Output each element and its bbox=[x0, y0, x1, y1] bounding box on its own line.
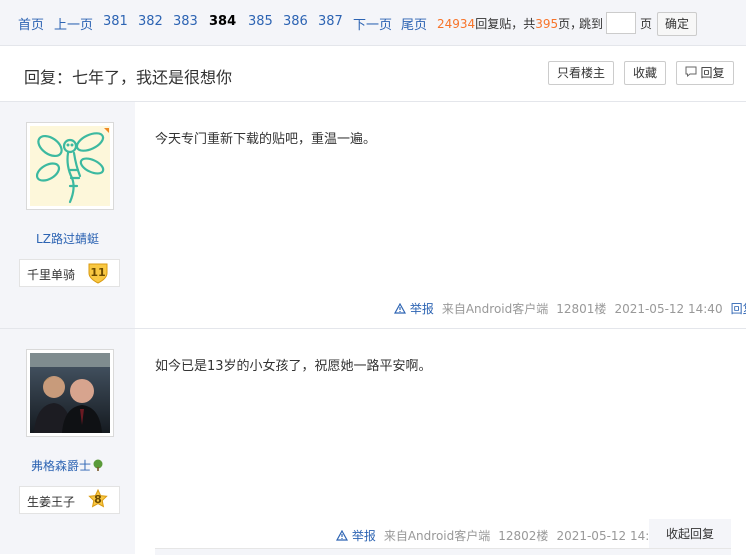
author-name[interactable]: 弗格森爵士 bbox=[0, 457, 135, 474]
badge-title: 生姜王子 bbox=[27, 495, 76, 509]
pager: 首页 上一页 381 382 383 384 385 386 387 下一页 尾… bbox=[0, 0, 746, 46]
pager-last[interactable]: 尾页 bbox=[401, 14, 427, 33]
author-name-link[interactable]: 弗格森爵士 bbox=[31, 459, 91, 473]
photo-avatar-icon bbox=[30, 353, 110, 433]
reply-count: 24934 bbox=[437, 17, 476, 31]
post-footer: 举报 来自Android客户端 12802楼 2021-05-12 14:40 bbox=[335, 527, 665, 544]
thread-title: 回复：七年了，我还是很想你 bbox=[24, 68, 233, 87]
reply-button-label: 回复 bbox=[700, 66, 725, 80]
pager-current-page: 384 bbox=[209, 14, 237, 29]
report-link[interactable]: 举报 bbox=[393, 302, 434, 316]
post-footer: 举报来自Android客户端 12801楼 2021-05-12 14:40 回复 bbox=[393, 300, 746, 317]
reply-label: 回复贴，共 bbox=[475, 17, 536, 31]
pager-summary: 24934回复贴，共395页， bbox=[437, 15, 582, 32]
post-time: 2021-05-12 14:40 bbox=[614, 302, 723, 316]
collapse-replies-button[interactable]: 收起回复 bbox=[649, 519, 731, 549]
pager-page-383[interactable]: 383 bbox=[173, 14, 198, 29]
pager-next[interactable]: 下一页 bbox=[353, 14, 392, 33]
badge-title: 千里单骑 bbox=[27, 268, 76, 282]
pager-first[interactable]: 首页 bbox=[18, 14, 44, 33]
reply-button[interactable]: 回复 bbox=[676, 61, 734, 85]
level-number: 11 bbox=[90, 266, 106, 279]
member-badge[interactable]: 生姜王子 8 bbox=[19, 486, 120, 514]
favorite-button[interactable]: 收藏 bbox=[624, 61, 666, 85]
post-text: 今天专门重新下载的贴吧，重温一遍。 bbox=[155, 132, 377, 147]
post-floor: 12802楼 bbox=[498, 529, 549, 543]
pager-page-385[interactable]: 385 bbox=[248, 14, 273, 29]
warning-icon bbox=[335, 529, 349, 541]
jump-page-input[interactable] bbox=[606, 12, 636, 34]
pager-page-381[interactable]: 381 bbox=[103, 14, 128, 29]
post-12801: LZ路过蜻蜓 千里单骑 11 今天专门重新下载的贴吧，重温一遍。 举报 来自And… bbox=[0, 102, 746, 329]
report-link[interactable]: 举报 bbox=[335, 529, 376, 543]
post-text: 如今已是13岁的小女孩了，祝愿她一路平安啊。 bbox=[155, 359, 432, 374]
confirm-button[interactable]: 确定 bbox=[657, 12, 697, 36]
warning-icon bbox=[393, 302, 407, 314]
level-number: 8 bbox=[94, 493, 102, 506]
author-name-link[interactable]: LZ路过蜻蜓 bbox=[36, 232, 99, 246]
comment-icon bbox=[685, 62, 697, 84]
thread-title-bar: 回复：七年了，我还是很想你 只看楼主 收藏 回复 bbox=[0, 46, 746, 102]
jump-label: 跳到 bbox=[579, 17, 604, 31]
report-label: 举报 bbox=[351, 529, 376, 543]
member-badge[interactable]: 千里单骑 11 bbox=[19, 259, 120, 287]
pager-page-387[interactable]: 387 bbox=[318, 14, 343, 29]
post-floor: 12801楼 bbox=[556, 302, 607, 316]
only-op-button[interactable]: 只看楼主 bbox=[548, 61, 614, 85]
level-shield-icon: 11 bbox=[87, 262, 109, 284]
post-reply-link[interactable]: 回复 bbox=[731, 302, 746, 316]
dragonfly-avatar-icon bbox=[30, 126, 110, 206]
tree-icon bbox=[93, 459, 103, 471]
author-name[interactable]: LZ路过蜻蜓 bbox=[0, 230, 135, 247]
jump-unit: 页 bbox=[640, 17, 653, 31]
post-source: 来自Android客户端 bbox=[383, 529, 491, 543]
author-avatar[interactable] bbox=[26, 122, 114, 210]
level-star-icon: 8 bbox=[87, 488, 109, 511]
post-source: 来自Android客户端 bbox=[441, 302, 549, 316]
page-total: 395 bbox=[535, 17, 559, 31]
pager-page-386[interactable]: 386 bbox=[283, 14, 308, 29]
report-label: 举报 bbox=[409, 302, 434, 316]
pager-page-382[interactable]: 382 bbox=[138, 14, 163, 29]
author-avatar[interactable] bbox=[26, 349, 114, 437]
pager-prev[interactable]: 上一页 bbox=[54, 14, 93, 33]
post-12802: 弗格森爵士 生姜王子 8 如今已是13岁的小女孩了，祝愿她一路平安啊。 举报 来自… bbox=[0, 329, 746, 554]
